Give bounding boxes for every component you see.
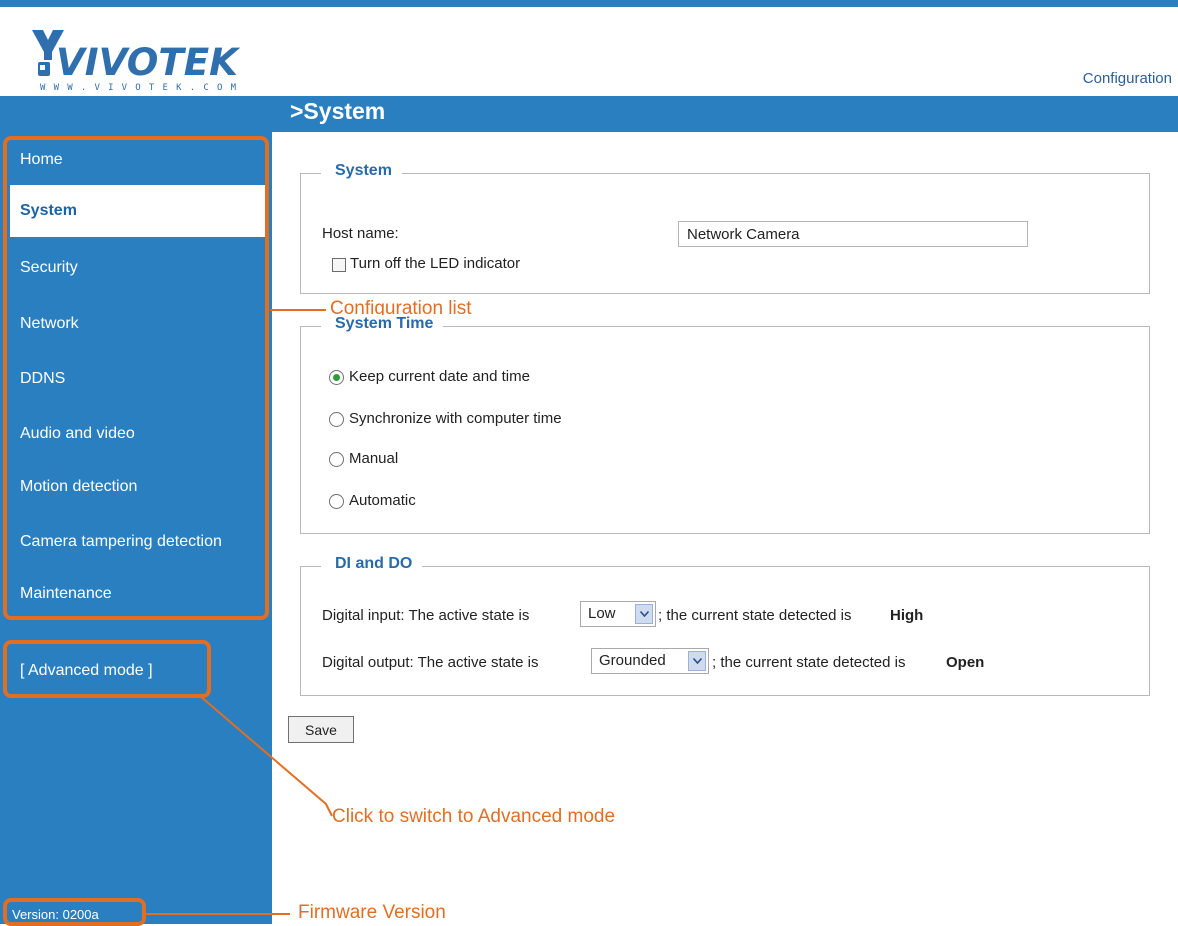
digital-input-state: High [890, 607, 924, 624]
digital-output-selected: Grounded [599, 652, 666, 669]
led-checkbox[interactable] [332, 258, 346, 272]
di-do-fieldset: DI and DO Digital input: The active stat… [300, 555, 1150, 696]
digital-input-suffix: ; the current state detected is [658, 607, 852, 624]
page-title: >System [290, 98, 386, 124]
digital-output-state: Open [946, 654, 985, 671]
system-time-legend: System Time [321, 315, 444, 333]
save-button[interactable]: Save [288, 716, 354, 743]
version-highlight [3, 898, 146, 926]
digital-input-select[interactable]: Low [580, 601, 656, 627]
logo-text: VIVOTEK [56, 41, 240, 84]
digital-output-prefix: Digital output: The active state is [322, 654, 539, 671]
option-keep-current-label: Keep current date and time [349, 368, 530, 385]
chevron-down-icon[interactable] [635, 604, 653, 624]
host-name-input[interactable] [678, 221, 1028, 247]
firmware-annotation: Firmware Version [298, 902, 446, 923]
chevron-down-icon[interactable] [688, 651, 706, 671]
vivotek-logo: VIVOTEK WWW.VIVOTEK.COM [32, 30, 240, 93]
option-manual-label: Manual [349, 450, 399, 467]
advanced-mode-annotation: Click to switch to Advanced mode [332, 806, 616, 827]
title-bar: >System [0, 96, 1178, 132]
led-label: Turn off the LED indicator [350, 255, 521, 272]
digital-output-suffix: ; the current state detected is [712, 654, 906, 671]
di-do-legend: DI and DO [321, 555, 423, 573]
advanced-mode-highlight [3, 640, 211, 698]
radio-manual[interactable] [329, 452, 344, 467]
system-fieldset: System Host name: Turn off the LED indic… [300, 162, 1150, 294]
configuration-link[interactable]: Configuration [1083, 70, 1172, 87]
digital-input-selected: Low [588, 605, 616, 622]
firmware-connector [146, 913, 290, 915]
logo-url: WWW.VIVOTEK.COM [40, 83, 237, 93]
digital-output-select[interactable]: Grounded [591, 648, 709, 674]
digital-input-prefix: Digital input: The active state is [322, 607, 530, 624]
option-automatic-label: Automatic [349, 492, 416, 509]
config-list-connector [270, 309, 326, 311]
advanced-connector [199, 695, 333, 817]
system-time-fieldset: System Time Keep current date and time S… [300, 315, 1150, 534]
system-legend: System [321, 162, 402, 180]
radio-keep-current[interactable] [329, 370, 344, 385]
radio-sync-computer[interactable] [329, 412, 344, 427]
config-list-highlight [3, 136, 269, 620]
host-name-label: Host name: [322, 225, 399, 242]
top-accent-bar [0, 0, 1178, 7]
radio-automatic[interactable] [329, 494, 344, 509]
option-sync-computer-label: Synchronize with computer time [349, 410, 562, 427]
